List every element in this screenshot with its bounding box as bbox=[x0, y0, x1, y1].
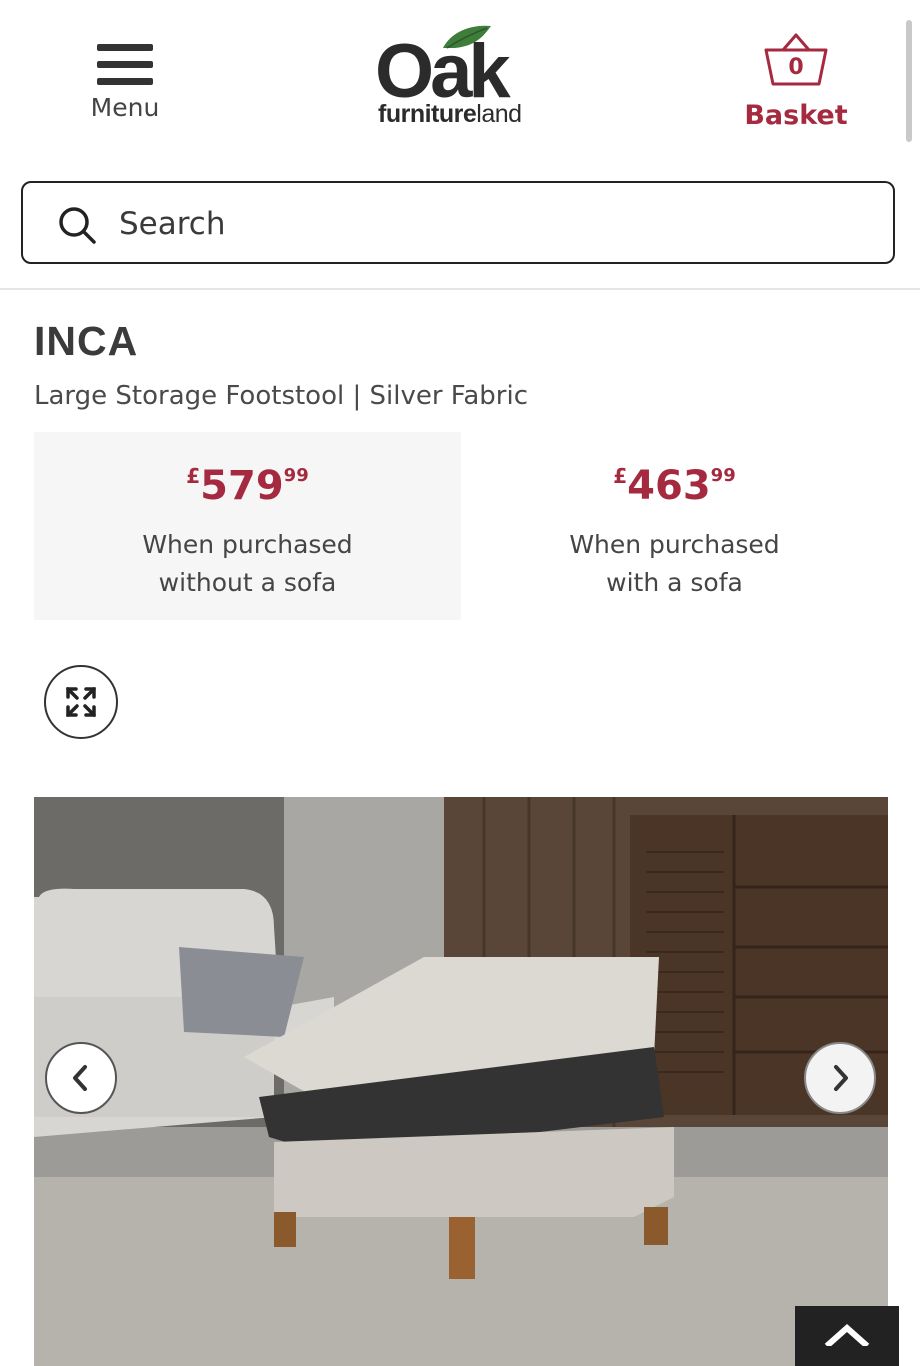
search-icon bbox=[59, 207, 96, 244]
search-bar[interactable] bbox=[21, 181, 895, 264]
menu-button[interactable]: Menu bbox=[80, 40, 170, 135]
price-note: When purchased with a sofa bbox=[569, 530, 780, 597]
back-to-top-button[interactable] bbox=[795, 1306, 899, 1366]
product-image[interactable] bbox=[34, 797, 888, 1366]
hamburger-icon bbox=[97, 44, 153, 85]
logo-wordmark: Oak bbox=[375, 29, 511, 114]
price: £46399 bbox=[613, 463, 736, 509]
basket-button[interactable]: 0 Basket bbox=[740, 30, 852, 140]
menu-label: Menu bbox=[90, 93, 160, 122]
product-title: INCA bbox=[34, 318, 139, 364]
product-subtitle: Large Storage Footstool | Silver Fabric bbox=[34, 381, 529, 411]
scrollbar[interactable] bbox=[906, 20, 912, 142]
chevron-right-icon bbox=[834, 1065, 848, 1091]
previous-image-button[interactable] bbox=[45, 1042, 117, 1114]
basket-count: 0 bbox=[788, 55, 804, 80]
site-header: Menu Oak furnitureland 0 Basket bbox=[0, 0, 920, 165]
expand-gallery-button[interactable] bbox=[44, 665, 118, 739]
price: £57999 bbox=[186, 463, 309, 509]
expand-icon bbox=[66, 687, 96, 717]
next-image-button[interactable] bbox=[804, 1042, 876, 1114]
header-divider bbox=[0, 288, 920, 290]
chevron-up-icon bbox=[824, 1323, 870, 1346]
basket-label: Basket bbox=[744, 100, 848, 131]
site-logo[interactable]: Oak furnitureland bbox=[375, 22, 545, 132]
chevron-left-icon bbox=[73, 1065, 87, 1091]
price-option-without-sofa[interactable]: £57999 When purchased without a sofa bbox=[34, 432, 461, 620]
price-note: When purchased without a sofa bbox=[142, 530, 353, 597]
search-input[interactable] bbox=[117, 199, 881, 249]
basket-icon: 0 bbox=[761, 30, 831, 90]
price-option-with-sofa[interactable]: £46399 When purchased with a sofa bbox=[461, 432, 888, 620]
logo-subtitle: furnitureland bbox=[378, 100, 522, 128]
